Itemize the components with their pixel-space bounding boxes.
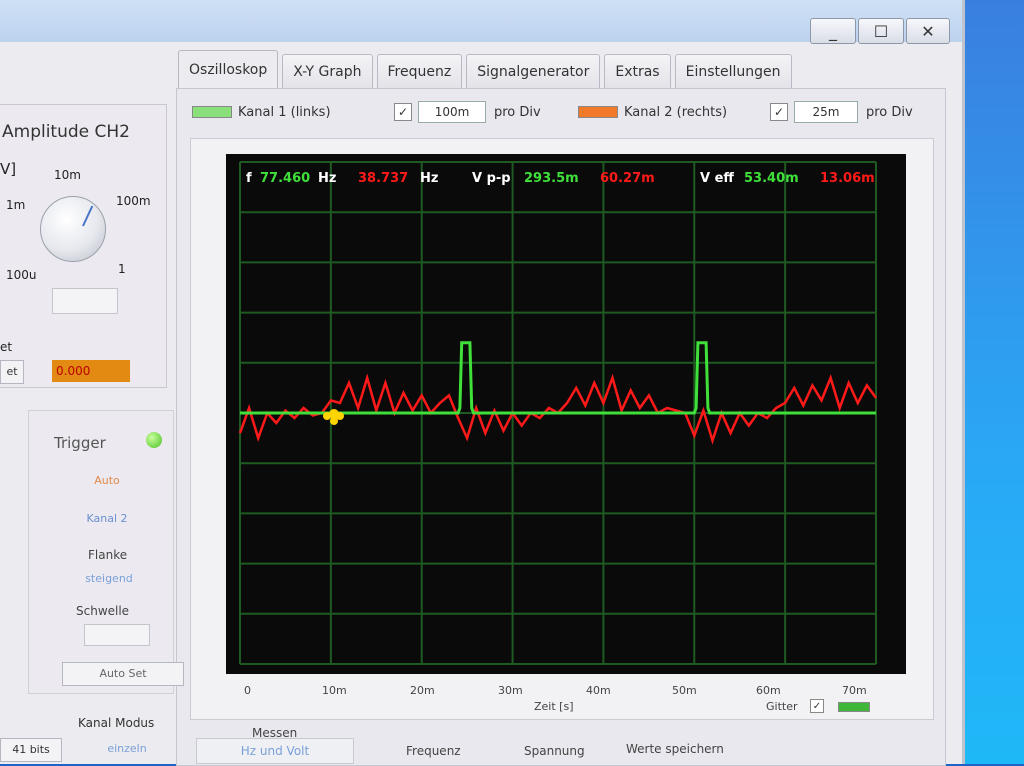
- werte-speichern-button[interactable]: Werte speichern: [626, 742, 724, 756]
- oscilloscope-chart: f 77.460 Hz 38.737 Hz V p-p 293.5m 60.27…: [226, 154, 906, 674]
- freq-ch1-unit: Hz: [318, 171, 336, 186]
- channel-2-scale-row: ✓ 25m pro Div: [770, 98, 913, 126]
- messen-select[interactable]: Hz und Volt: [196, 738, 354, 764]
- amplitude-knob[interactable]: [40, 196, 106, 262]
- flanke-label: Flanke: [88, 548, 128, 562]
- channel-2-color-swatch[interactable]: [578, 106, 618, 118]
- schwelle-label: Schwelle: [76, 604, 130, 618]
- close-button[interactable]: ✕: [906, 18, 950, 44]
- vpp-ch2-value: 60.27m: [600, 171, 655, 186]
- kanal-modus-select[interactable]: einzeln: [70, 738, 184, 760]
- maximize-button[interactable]: ☐: [858, 18, 904, 44]
- kanal-modus-label: Kanal Modus: [78, 716, 155, 730]
- tab-oszilloskop[interactable]: Oszilloskop: [178, 50, 279, 89]
- schwelle-input[interactable]: [84, 624, 150, 646]
- freq-ch2-value: 38.737: [358, 171, 408, 186]
- channel-1-scale-input[interactable]: 100m: [418, 101, 486, 123]
- trigger-status-led: [146, 432, 162, 448]
- amplitude-value-input[interactable]: [52, 288, 118, 314]
- tab-signalgenerator[interactable]: Signalgenerator: [466, 54, 601, 89]
- x-tick-10m: 10m: [322, 684, 347, 697]
- offset-label: et: [0, 340, 13, 354]
- veff-ch2-value: 13.06m: [820, 171, 875, 186]
- channel-2-row: Kanal 2 (rechts): [578, 98, 727, 126]
- vpp-ch1-value: 293.5m: [524, 171, 579, 186]
- window-controls: _ ☐ ✕: [810, 18, 950, 44]
- channel-1-pro-div-label: pro Div: [494, 104, 541, 120]
- veff-ch1-value: 53.40m: [744, 171, 799, 186]
- x-tick-40m: 40m: [586, 684, 611, 697]
- frequenz-button[interactable]: Frequenz: [406, 744, 461, 758]
- offset-button[interactable]: et: [0, 360, 24, 384]
- channel-2-enable-checkbox[interactable]: ✓: [770, 103, 788, 121]
- channel-1-row: Kanal 1 (links): [192, 98, 331, 126]
- x-tick-30m: 30m: [498, 684, 523, 697]
- trigger-source-select[interactable]: Kanal 2: [44, 508, 170, 530]
- gitter-color-swatch[interactable]: [838, 702, 870, 712]
- channel-1-color-swatch[interactable]: [192, 106, 232, 118]
- tab-frequenz[interactable]: Frequenz: [376, 54, 463, 89]
- trigger-mode-select[interactable]: Auto: [44, 470, 170, 492]
- trigger-title: Trigger: [54, 434, 106, 452]
- channel-1-enable-checkbox[interactable]: ✓: [394, 103, 412, 121]
- gitter-checkbox[interactable]: ✓: [810, 699, 824, 713]
- x-tick-0: 0: [244, 684, 251, 697]
- freq-label: f: [246, 171, 252, 186]
- tab-extras[interactable]: Extras: [604, 54, 671, 89]
- x-tick-20m: 20m: [410, 684, 435, 697]
- bits-indicator: 41 bits: [0, 738, 62, 762]
- spannung-button[interactable]: Spannung: [524, 744, 585, 758]
- knob-label-1: 1: [118, 262, 126, 276]
- x-axis-label: Zeit [s]: [534, 700, 574, 713]
- x-tick-60m: 60m: [756, 684, 781, 697]
- x-tick-70m: 70m: [842, 684, 867, 697]
- channel-1-label: Kanal 1 (links): [238, 104, 331, 120]
- channel-2-pro-div-label: pro Div: [866, 104, 913, 120]
- x-tick-50m: 50m: [672, 684, 697, 697]
- flanke-select[interactable]: steigend: [44, 568, 174, 590]
- tab-bar: Oszilloskop X-Y Graph Frequenz Signalgen…: [178, 50, 792, 89]
- vpp-label: V p-p: [472, 171, 511, 186]
- channel-2-label: Kanal 2 (rechts): [624, 104, 728, 120]
- tab-einstellungen[interactable]: Einstellungen: [674, 54, 792, 89]
- offset-value-display: 0.000: [52, 360, 130, 382]
- minimize-button[interactable]: _: [810, 18, 856, 44]
- tab-xy-graph[interactable]: X-Y Graph: [282, 54, 373, 89]
- knob-label-10m: 10m: [54, 168, 81, 182]
- amplitude-unit: V]: [0, 160, 17, 178]
- knob-label-1m: 1m: [6, 198, 26, 212]
- title-bar: _ ☐ ✕: [0, 0, 962, 44]
- app-window: _ ☐ ✕ Oszilloskop X-Y Graph Frequenz Sig…: [0, 0, 965, 766]
- gitter-label: Gitter: [766, 700, 798, 713]
- knob-label-100m: 100m: [116, 194, 151, 208]
- veff-label: V eff: [700, 171, 734, 186]
- freq-ch2-unit: Hz: [420, 171, 438, 186]
- channel-1-scale-row: ✓ 100m pro Div: [394, 98, 541, 126]
- channel-2-scale-input[interactable]: 25m: [794, 101, 858, 123]
- autoset-button[interactable]: Auto Set: [62, 662, 184, 686]
- knob-label-100u: 100u: [6, 268, 37, 282]
- amplitude-title: Amplitude CH2: [2, 122, 130, 142]
- freq-ch1-value: 77.460: [260, 171, 310, 186]
